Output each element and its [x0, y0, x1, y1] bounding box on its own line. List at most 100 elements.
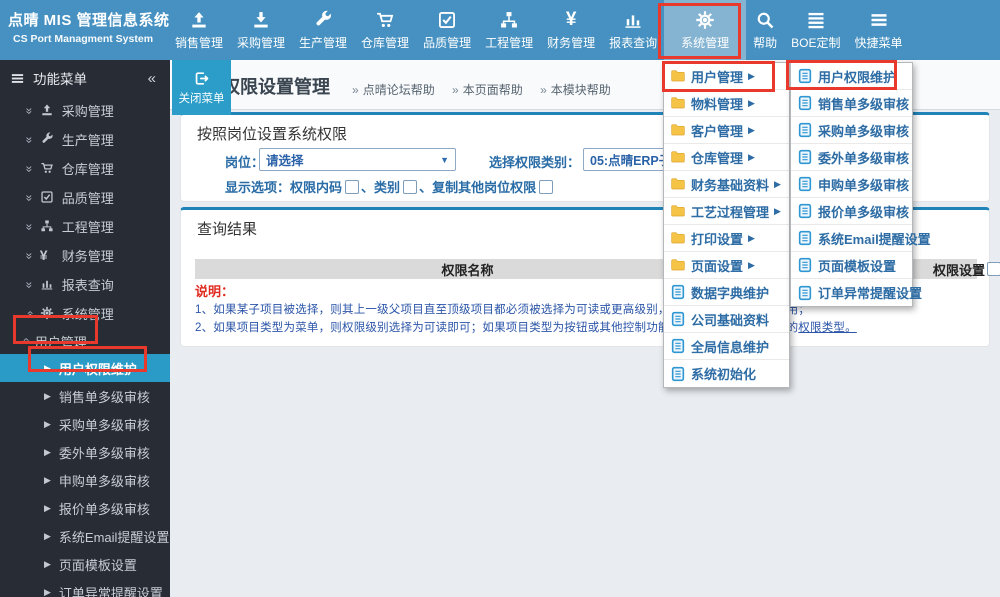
submenu-item[interactable]: 系统Email提醒设置	[791, 225, 931, 252]
submenu-arrow-icon: ▶	[748, 151, 755, 162]
nav-item[interactable]: 帮助	[746, 0, 784, 60]
nav-item[interactable]: 生产管理	[292, 0, 354, 60]
menu-item[interactable]: 数据字典维护 ▶	[664, 279, 789, 306]
folder-icon	[670, 122, 687, 138]
option-checkbox[interactable]	[403, 179, 418, 194]
display-option: 权限内码 、	[290, 179, 375, 195]
doc-icon	[797, 122, 814, 138]
menu-item[interactable]: 用户管理 ▶	[664, 63, 789, 90]
sidebar-item[interactable]: » ▶ 生产管理	[0, 125, 170, 154]
doc-icon	[670, 284, 687, 300]
sidebar-item[interactable]: » ▶ 采购管理	[0, 96, 170, 125]
nav-item[interactable]: 销售管理	[168, 0, 230, 60]
menu-item[interactable]: 系统初始化 ▶	[664, 360, 789, 387]
nav-item[interactable]: BOE定制	[784, 0, 847, 60]
system-menu: 用户管理 ▶ 物料管理 ▶ 客户管理 ▶ 仓库管理 ▶ 财务基础资料 ▶ 工艺过	[663, 62, 790, 388]
triangle-right-icon: ▶	[44, 502, 51, 513]
option-checkbox[interactable]	[345, 179, 360, 194]
folder-icon	[670, 68, 687, 84]
nav-item[interactable]: 仓库管理	[354, 0, 416, 60]
menu-item[interactable]: 客户管理 ▶	[664, 117, 789, 144]
option-checkbox[interactable]	[539, 179, 554, 194]
sidebar-item[interactable]: » ▶ 品质管理	[0, 183, 170, 212]
sidebar-item[interactable]: » ▶ 报表查询	[0, 270, 170, 299]
doc-icon	[797, 149, 814, 165]
post-select[interactable]: 请选择 ▼	[259, 148, 456, 171]
sidebar-item[interactable]: » ▶ 申购单多级审核	[0, 466, 170, 494]
triangle-right-icon: ▶	[44, 530, 51, 541]
nav-item[interactable]: 品质管理	[416, 0, 478, 60]
submenu-item[interactable]: 委外单多级审核	[791, 144, 912, 171]
sidebar-item[interactable]: » ¥ ▶ 财务管理	[0, 241, 170, 270]
submenu-item[interactable]: 申购单多级审核	[791, 171, 912, 198]
nav-item[interactable]: 快捷菜单	[848, 0, 910, 60]
close-menu-button[interactable]: 关闭菜单	[172, 60, 231, 115]
user-management-submenu: 用户权限维护 销售单多级审核 采购单多级审核 委外单多级审核 申购单多级审核 报…	[790, 62, 931, 307]
select-all-checkbox[interactable]	[987, 262, 1000, 276]
doc-icon	[670, 338, 687, 354]
menu-item[interactable]: 物料管理 ▶	[664, 90, 789, 117]
permission-type-link[interactable]: 权限类型。	[798, 322, 857, 334]
sidebar-item[interactable]: » ▶ 系统管理	[0, 299, 170, 328]
nav-item[interactable]: 采购管理	[230, 0, 292, 60]
triangle-right-icon: ▶	[44, 390, 51, 401]
breadcrumb-link[interactable]: » 本模块帮助	[540, 83, 611, 97]
doc-icon	[670, 311, 687, 327]
breadcrumb-link[interactable]: » 本页面帮助	[452, 83, 523, 97]
double-chevron-icon: »	[18, 337, 33, 345]
menu-item[interactable]: 公司基础资料 ▶	[664, 306, 789, 333]
sidebar-item[interactable]: » ▶ 销售单多级审核	[0, 382, 170, 410]
bar-chart-icon	[40, 277, 55, 292]
sidebar-item[interactable]: » ▶ 委外单多级审核	[0, 438, 170, 466]
sidebar-item[interactable]: » ▶ 采购单多级审核	[0, 410, 170, 438]
submenu-item[interactable]: 销售单多级审核	[791, 90, 912, 117]
triangle-right-icon: ▶	[44, 418, 51, 429]
filter-panel-title: 按照岗位设置系统权限	[197, 126, 348, 143]
sidebar-item[interactable]: » ▶ 用户权限维护	[0, 354, 170, 382]
gear-icon	[40, 306, 55, 321]
gear-icon	[695, 9, 715, 30]
menu-item[interactable]: 页面设置 ▶	[664, 252, 789, 279]
menu-item[interactable]: 打印设置 ▶	[664, 225, 789, 252]
nav-item[interactable]: 工程管理	[478, 0, 540, 60]
bars4-icon	[806, 9, 826, 30]
nav-item[interactable]: 报表查询	[602, 0, 664, 60]
doc-icon	[797, 95, 814, 111]
double-chevron-icon: »	[22, 310, 37, 317]
display-option: 类别 、	[374, 179, 433, 195]
nav-item[interactable]: ¥ 财务管理	[540, 0, 602, 60]
doc-icon	[797, 257, 814, 273]
sidebar-item[interactable]: » ▶ 仓库管理	[0, 154, 170, 183]
submenu-arrow-icon: ▶	[748, 97, 755, 108]
check-square-icon	[437, 9, 457, 30]
sidebar-title: 功能菜单	[33, 72, 87, 87]
sidebar-item[interactable]: » ▶ 订单异常提醒设置	[0, 578, 170, 597]
folder-icon	[670, 149, 687, 165]
bars3-icon	[869, 9, 889, 30]
submenu-item[interactable]: 采购单多级审核	[791, 117, 912, 144]
submenu-item[interactable]: 报价单多级审核	[791, 198, 912, 225]
sidebar-item[interactable]: » ▶ 工程管理	[0, 212, 170, 241]
menu-item[interactable]: 工艺过程管理 ▶	[664, 198, 789, 225]
menu-item[interactable]: 财务基础资料 ▶	[664, 171, 789, 198]
submenu-arrow-icon: ▶	[748, 124, 755, 135]
sidebar-item[interactable]: » ▶ 报价单多级审核	[0, 494, 170, 522]
sidebar-item[interactable]: » ▶ 页面模板设置	[0, 550, 170, 578]
submenu-item[interactable]: 用户权限维护	[791, 63, 912, 90]
yen-icon: ¥	[39, 247, 48, 263]
doc-icon	[797, 285, 814, 301]
sidebar-item[interactable]: » ▶ 用户管理	[0, 328, 170, 354]
submenu-item[interactable]: 订单异常提醒设置	[791, 279, 922, 306]
folder-icon	[670, 203, 687, 219]
menu-item[interactable]: 仓库管理 ▶	[664, 144, 789, 171]
triangle-right-icon: ▶	[44, 558, 51, 569]
submenu-item[interactable]: 页面模板设置	[791, 252, 912, 279]
sidebar-item[interactable]: » ▶ 系统Email提醒设置	[0, 522, 170, 550]
folder-icon	[670, 176, 687, 192]
nav-item[interactable]: 系统管理	[664, 0, 747, 60]
submenu-arrow-icon: ▶	[748, 70, 755, 81]
sidebar-collapse-icon[interactable]: «	[148, 70, 156, 87]
menu-item[interactable]: 全局信息维护 ▶	[664, 333, 789, 360]
notes-label: 说明：	[195, 284, 235, 299]
breadcrumb-link[interactable]: » 点晴论坛帮助	[352, 83, 435, 97]
